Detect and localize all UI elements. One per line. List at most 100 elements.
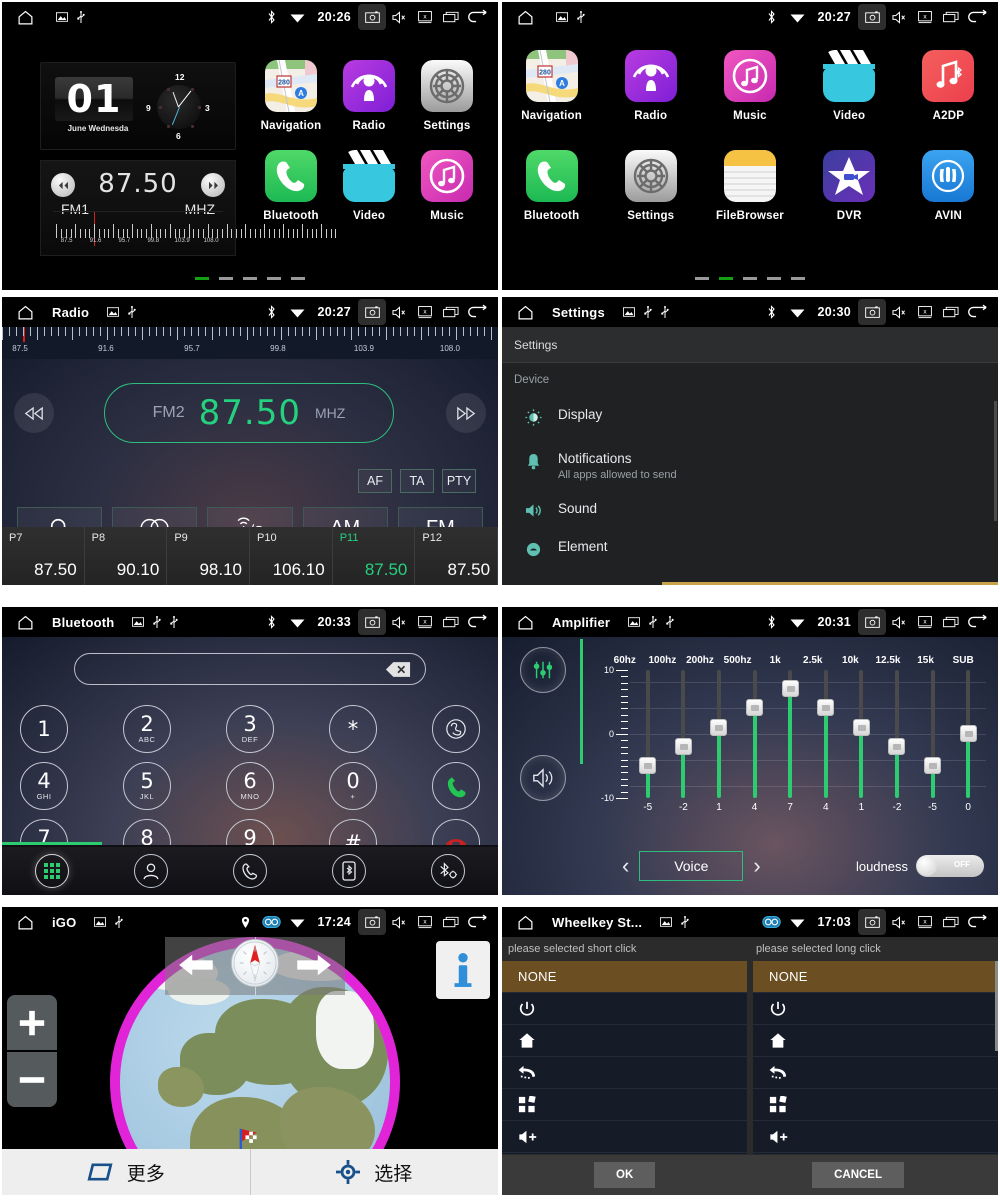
- ok-button[interactable]: OK: [594, 1162, 656, 1188]
- settings-item-sound[interactable]: Sound: [502, 491, 998, 535]
- globe-view[interactable]: [110, 937, 400, 1195]
- back-icon[interactable]: [964, 609, 990, 635]
- screenshot-icon[interactable]: [358, 909, 386, 935]
- eq-thumb[interactable]: [674, 737, 692, 755]
- close-icon[interactable]: x: [412, 4, 438, 30]
- app-video[interactable]: Video: [330, 150, 408, 222]
- page-dot-3[interactable]: [267, 277, 281, 280]
- back-icon[interactable]: [464, 609, 490, 635]
- back-icon[interactable]: [964, 909, 990, 935]
- close-icon[interactable]: x: [412, 299, 438, 325]
- home-icon[interactable]: [512, 909, 538, 935]
- preset-p10[interactable]: P10 106.10: [250, 527, 333, 585]
- seek-up-button[interactable]: [446, 393, 486, 433]
- eq-slider-12.5k[interactable]: [879, 670, 915, 798]
- close-icon[interactable]: x: [412, 609, 438, 635]
- seek-down-button[interactable]: [14, 393, 54, 433]
- screenshot-icon[interactable]: [858, 299, 886, 325]
- home-icon[interactable]: [12, 909, 38, 935]
- screenshot-icon[interactable]: [858, 609, 886, 635]
- wheelkey-option-row[interactable]: [502, 993, 747, 1025]
- short-click-list[interactable]: NONE: [502, 961, 747, 1185]
- home-icon[interactable]: [512, 609, 538, 635]
- app-music[interactable]: Music: [706, 50, 794, 122]
- settings-item-display[interactable]: Display: [502, 397, 998, 441]
- wheelkey-option-row[interactable]: [753, 1057, 998, 1089]
- recents-icon[interactable]: [938, 299, 964, 325]
- preset-next-button[interactable]: ›: [743, 853, 770, 879]
- mute-icon[interactable]: [386, 909, 412, 935]
- eq-thumb[interactable]: [781, 680, 799, 698]
- pan-right-icon[interactable]: [295, 951, 335, 979]
- info-button[interactable]: [436, 941, 490, 999]
- mute-icon[interactable]: [386, 609, 412, 635]
- page-indicator-home[interactable]: [2, 277, 498, 280]
- eq-thumb[interactable]: [924, 757, 942, 774]
- eq-slider-2.5k[interactable]: [808, 670, 844, 798]
- wheelkey-option-row[interactable]: NONE: [502, 961, 747, 993]
- back-icon[interactable]: [964, 299, 990, 325]
- page-dot-4[interactable]: [791, 277, 805, 280]
- app-navigation[interactable]: 280 A Navigation: [508, 50, 596, 122]
- screenshot-icon[interactable]: [858, 4, 886, 30]
- preset-prev-button[interactable]: ‹: [612, 853, 639, 879]
- app-settings[interactable]: Settings: [408, 60, 486, 132]
- app-navigation[interactable]: 280 A Navigation: [252, 60, 330, 132]
- mute-icon[interactable]: [886, 909, 912, 935]
- eq-slider-1k[interactable]: [772, 670, 808, 798]
- equalizer-icon[interactable]: [520, 647, 566, 693]
- page-dot-3[interactable]: [767, 277, 781, 280]
- eq-thumb[interactable]: [959, 725, 977, 742]
- eq-thumb[interactable]: [746, 699, 764, 717]
- screenshot-icon[interactable]: [358, 4, 386, 30]
- screenshot-icon[interactable]: [358, 609, 386, 635]
- wheelkey-option-row[interactable]: [502, 1025, 747, 1057]
- eq-thumb[interactable]: [639, 757, 657, 774]
- recents-icon[interactable]: [438, 909, 464, 935]
- app-filebrowser[interactable]: FileBrowser: [706, 150, 794, 222]
- app-radio[interactable]: Radio: [607, 50, 695, 122]
- long-click-list[interactable]: NONE: [753, 961, 998, 1185]
- wheelkey-option-row[interactable]: [753, 993, 998, 1025]
- eq-thumb[interactable]: [817, 699, 835, 717]
- wheelkey-scrollbar[interactable]: [995, 961, 998, 1051]
- rds-ta-button[interactable]: TA: [400, 469, 434, 493]
- zoom-in-button[interactable]: [7, 995, 57, 1050]
- radio-widget-next-button[interactable]: [201, 173, 225, 197]
- wheelkey-option-row[interactable]: [753, 1089, 998, 1121]
- cancel-button[interactable]: CANCEL: [812, 1162, 904, 1188]
- home-icon[interactable]: [12, 299, 38, 325]
- screenshot-icon[interactable]: [858, 909, 886, 935]
- home-icon[interactable]: [12, 4, 38, 30]
- mute-icon[interactable]: [886, 609, 912, 635]
- phone-number-input[interactable]: [74, 653, 426, 685]
- wheelkey-option-row[interactable]: [502, 1121, 747, 1153]
- rds-pty-button[interactable]: PTY: [442, 469, 476, 493]
- compass-icon[interactable]: [231, 939, 279, 987]
- dial-key-0[interactable]: 0 +: [329, 762, 377, 810]
- phone-sync-tab[interactable]: [332, 854, 367, 888]
- home-icon[interactable]: [512, 299, 538, 325]
- wheelkey-option-row[interactable]: [753, 1121, 998, 1153]
- eq-slider-200hz[interactable]: [701, 670, 737, 798]
- close-icon[interactable]: x: [412, 909, 438, 935]
- dial-key-3[interactable]: 3 DEF: [226, 705, 274, 753]
- app-a2dp[interactable]: A2DP: [904, 50, 992, 122]
- mute-icon[interactable]: [386, 299, 412, 325]
- mute-icon[interactable]: [386, 4, 412, 30]
- preset-p8[interactable]: P8 90.10: [84, 527, 168, 585]
- more-button[interactable]: 更多: [2, 1149, 251, 1195]
- app-video[interactable]: Video: [805, 50, 893, 122]
- page-dot-1[interactable]: [219, 277, 233, 280]
- app-bluetooth[interactable]: Bluetooth: [252, 150, 330, 222]
- dial-key-4[interactable]: 4 GHI: [20, 762, 68, 810]
- close-icon[interactable]: x: [912, 299, 938, 325]
- eq-slider-SUB[interactable]: [950, 670, 986, 798]
- home-icon[interactable]: [512, 4, 538, 30]
- app-avin[interactable]: AVIN: [904, 150, 992, 222]
- clock-widget[interactable]: 01 June Wednesda 12 3 6 9: [40, 62, 236, 150]
- settings-item-notifications[interactable]: Notifications All apps allowed to send: [502, 441, 998, 491]
- radio-widget[interactable]: 87.50 FM1 MHZ 87.5 91.6 95.7 99.8 103.9 108.0: [40, 160, 337, 256]
- close-icon[interactable]: x: [912, 609, 938, 635]
- wheelkey-option-row[interactable]: [502, 1057, 747, 1089]
